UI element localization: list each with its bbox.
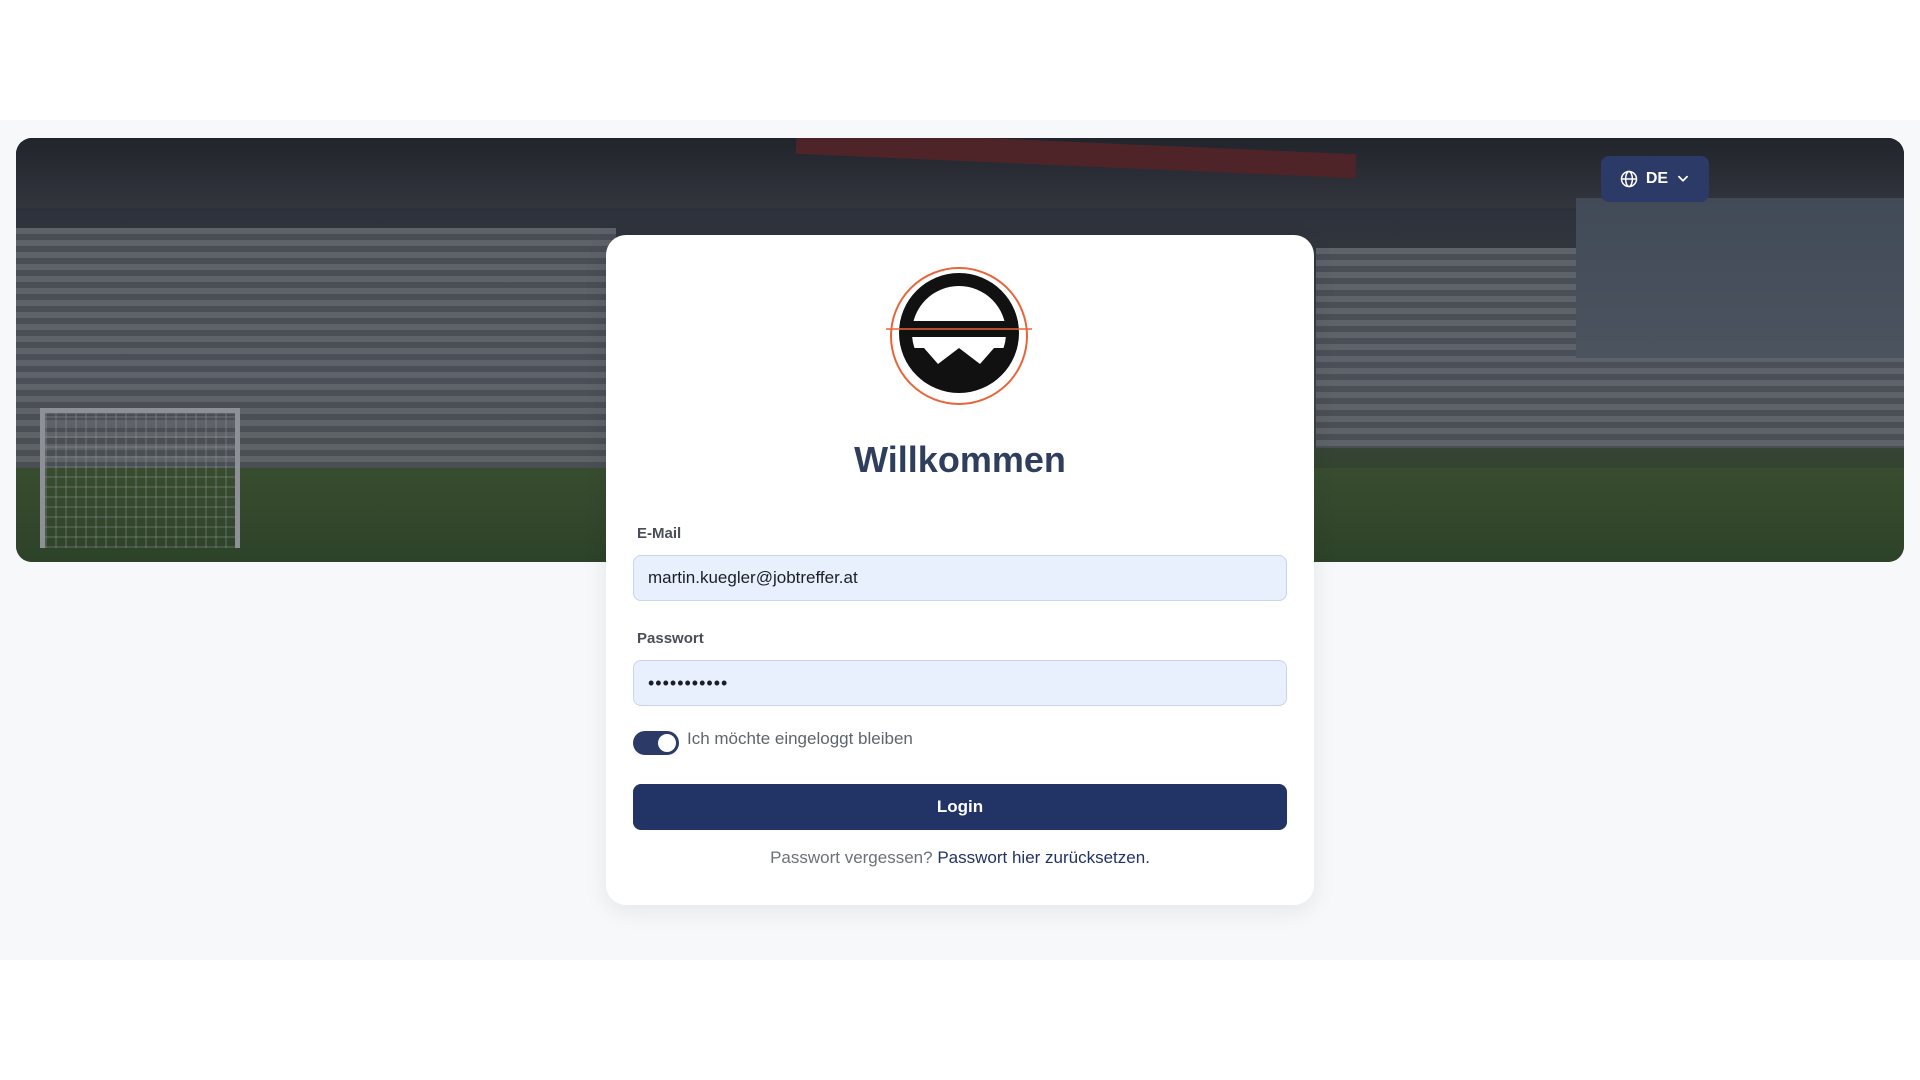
- password-label: Passwort: [637, 630, 704, 647]
- remember-me-label: Ich möchte eingeloggt bleiben: [687, 729, 913, 748]
- toggle-knob: [658, 734, 676, 752]
- page-title: Willkommen: [854, 439, 1066, 480]
- language-label: DE: [1645, 170, 1669, 187]
- reset-password-link[interactable]: Passwort hier zurücksetzen.: [937, 848, 1150, 867]
- login-button[interactable]: Login: [633, 784, 1287, 830]
- login-card: 1905 Willkommen E-Mail martin.kuegler@jo…: [606, 235, 1314, 905]
- password-field[interactable]: •••••••••••: [633, 660, 1287, 706]
- remember-me-toggle[interactable]: [633, 731, 679, 755]
- language-selector[interactable]: DE: [1601, 156, 1709, 202]
- forgot-password-row: Passwort vergessen? Passwort hier zurück…: [606, 848, 1314, 868]
- globe-icon: [1620, 170, 1638, 188]
- forgot-password-text: Passwort vergessen?: [770, 848, 933, 867]
- club-logo: 1905: [886, 267, 1032, 405]
- email-label: E-Mail: [637, 525, 682, 542]
- logo-year: 1905: [945, 380, 973, 395]
- chevron-down-icon: [1678, 175, 1689, 182]
- email-field[interactable]: martin.kuegler@jobtreffer.at: [633, 555, 1287, 601]
